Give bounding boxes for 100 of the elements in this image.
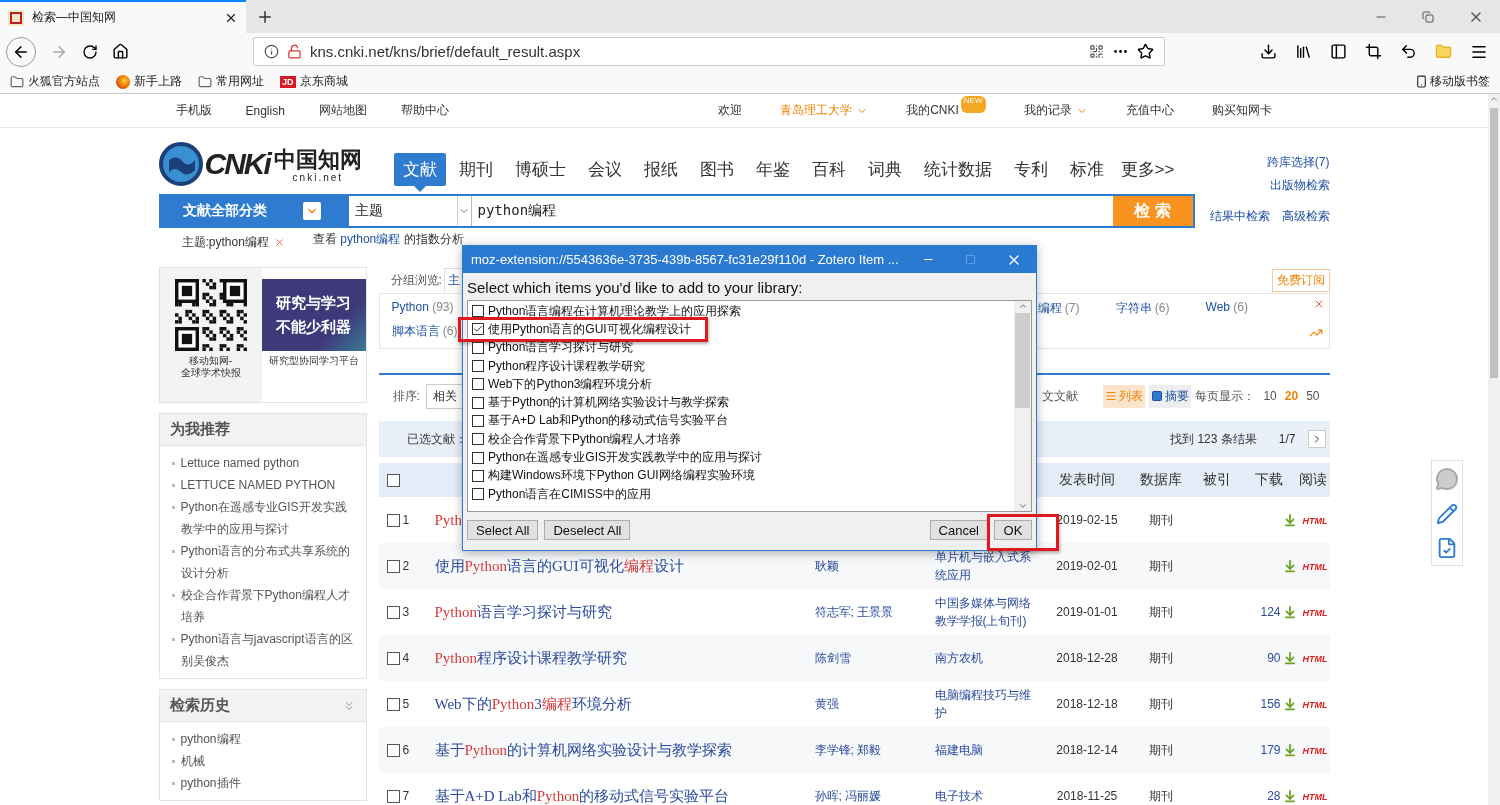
category-tab[interactable]: 图书	[690, 153, 743, 186]
category-tab[interactable]: 期刊	[449, 153, 502, 186]
nav-link[interactable]: 帮助中心	[400, 102, 449, 119]
publication-search-link[interactable]: 出版物检索	[1269, 177, 1330, 194]
checkbox[interactable]	[386, 651, 400, 665]
mobile-bookmarks[interactable]: 移动版书签	[1415, 73, 1490, 90]
category-tab[interactable]: 统计数据	[914, 153, 1001, 186]
category-tab[interactable]: 标准	[1060, 153, 1113, 186]
checkbox[interactable]	[386, 513, 400, 527]
checkbox[interactable]	[386, 473, 400, 487]
list-item[interactable]: 基于A+D Lab和Python的移动式信号实验平台	[468, 411, 1014, 431]
scroll-down-icon[interactable]	[1017, 501, 1028, 511]
checkbox[interactable]	[472, 469, 484, 482]
list-item[interactable]: 使用Python语言的GUI可视化编程设计	[468, 320, 1014, 339]
bookmark[interactable]: 火狐官方站点	[10, 73, 100, 90]
keyword-link[interactable]: python编程	[340, 232, 401, 246]
html-link[interactable]: HTML	[1296, 562, 1328, 572]
foreign-link[interactable]: 文文献	[1041, 387, 1078, 405]
crop-icon[interactable]	[1365, 43, 1382, 60]
nav-link[interactable]: English	[245, 103, 285, 118]
pencil-icon[interactable]	[1436, 503, 1458, 525]
search-field[interactable]: python编程	[471, 196, 1113, 226]
select-all-button[interactable]: Select All	[467, 520, 539, 540]
list-item[interactable]: 基于Python的计算机网络实验设计与教学探索	[468, 393, 1014, 412]
author-link[interactable]: 李学锋; 郑毅	[814, 741, 935, 759]
sidebar-icon[interactable]	[1330, 43, 1347, 60]
remove-icon[interactable]	[273, 236, 285, 248]
star-icon[interactable]	[1137, 43, 1154, 60]
recommend-link[interactable]: Lettuce named python	[180, 452, 300, 474]
author-link[interactable]: 黄强	[814, 695, 935, 713]
recommend-link[interactable]: LETTUCE NAMED PYTHON	[180, 474, 336, 496]
group-link[interactable]: 脚本语言 (6)	[391, 324, 458, 338]
deselect-all-button[interactable]: Deselect All	[544, 520, 631, 540]
group-link[interactable]: Web (6)	[1205, 300, 1248, 317]
within-results-link[interactable]: 结果中检索	[1209, 208, 1270, 225]
home-icon[interactable]	[112, 43, 129, 60]
source-link[interactable]: 南方农机	[934, 649, 1045, 667]
qr-code-icon[interactable]	[1089, 44, 1104, 59]
title-link[interactable]: 使用Python语言的GUI可视化编程设计	[434, 557, 684, 574]
recommend-link[interactable]: Python语言与javascript语言的区别吴俊杰	[180, 628, 356, 672]
html-link[interactable]: HTML	[1296, 608, 1328, 618]
cross-db-link[interactable]: 跨库选择(7)	[1266, 154, 1330, 171]
author-link[interactable]: 符志军; 王景景	[814, 603, 935, 621]
list-item[interactable]: Python在遥感专业GIS开发实践教学中的应用与探讨	[468, 448, 1014, 467]
bookmark[interactable]: 新手上路	[116, 73, 182, 90]
bookmark[interactable]: JD 京东商城	[280, 73, 348, 90]
checkbox[interactable]	[386, 559, 400, 573]
per-page-option[interactable]: 50	[1306, 389, 1320, 403]
html-link[interactable]: HTML	[1296, 516, 1328, 526]
buy-card-link[interactable]: 购买知网卡	[1211, 102, 1272, 119]
category-tab[interactable]: 会议	[578, 153, 631, 186]
list-item[interactable]: 校企合作背景下Python编程人才培养	[468, 430, 1014, 449]
nav-link[interactable]: 网站地图	[318, 102, 367, 119]
my-cnki-link[interactable]: 我的CNKI	[906, 102, 959, 119]
checkbox[interactable]	[386, 789, 400, 803]
history-link[interactable]: 机械	[180, 750, 205, 772]
title-link[interactable]: 基于Python的计算机网络实验设计与教学探索	[434, 741, 732, 758]
field-select[interactable]: 主题	[348, 196, 472, 226]
more-link[interactable]: 更多>>	[1116, 153, 1179, 186]
source-link[interactable]: 电子技术	[934, 787, 1045, 805]
category-tab[interactable]: 百科	[802, 153, 855, 186]
author-link[interactable]: 耿颖	[814, 557, 935, 575]
html-link[interactable]: HTML	[1296, 700, 1328, 710]
my-records-menu[interactable]: 我的记录	[1023, 102, 1088, 119]
checkbox[interactable]	[472, 378, 484, 391]
checkbox[interactable]	[472, 396, 484, 409]
cancel-button[interactable]: Cancel	[929, 520, 988, 540]
reload-icon[interactable]	[82, 43, 98, 60]
group-link[interactable]: Python (93)	[391, 300, 454, 314]
author-link[interactable]: 陈剑雪	[814, 649, 935, 667]
ok-button[interactable]: OK	[994, 520, 1032, 540]
promo-banner[interactable]: 研究与学习不能少利器	[261, 279, 366, 351]
source-link[interactable]: 电脑编程技巧与维护	[934, 686, 1045, 722]
category-tab[interactable]: 专利	[1004, 153, 1057, 186]
document-check-icon[interactable]	[1436, 537, 1458, 559]
source-link[interactable]: 福建电脑	[934, 741, 1045, 759]
restore-icon[interactable]	[1422, 10, 1434, 23]
html-link[interactable]: HTML	[1296, 746, 1328, 756]
library-icon[interactable]	[1295, 43, 1312, 60]
source-link[interactable]: 单片机与嵌入式系统应用	[934, 548, 1045, 584]
title-link[interactable]: 基于A+D Lab和Python的移动式信号实验平台	[434, 787, 730, 804]
group-link[interactable]: 字符串 (6)	[1115, 300, 1170, 317]
per-page-option[interactable]: 10	[1263, 389, 1277, 403]
category-tab[interactable]: 词典	[858, 153, 911, 186]
checkbox[interactable]	[472, 433, 484, 446]
checkbox[interactable]	[472, 414, 484, 427]
recommend-link[interactable]: 校企合作背景下Python编程人才培养	[180, 584, 356, 628]
checkbox[interactable]	[386, 605, 400, 619]
browser-tab[interactable]: 检索—中国知网	[0, 0, 246, 33]
html-link[interactable]: HTML	[1296, 792, 1328, 802]
list-item[interactable]: Web下的Python3编程环境分析	[468, 375, 1014, 394]
title-link[interactable]: Web下的Python3编程环境分析	[434, 695, 632, 712]
category-tab[interactable]: 博硕士	[505, 153, 575, 186]
title-link[interactable]: Python程序设计课程教学研究	[434, 649, 627, 666]
download-icon[interactable]	[1260, 43, 1277, 60]
group-link[interactable]: 编程 (7)	[1037, 300, 1080, 317]
title-link[interactable]: Pyth	[434, 511, 462, 528]
address-field[interactable]: kns.cnki.net/kns/brief/default_result.aspx	[253, 37, 1165, 66]
html-link[interactable]: HTML	[1296, 654, 1328, 664]
checkbox[interactable]	[472, 488, 484, 501]
